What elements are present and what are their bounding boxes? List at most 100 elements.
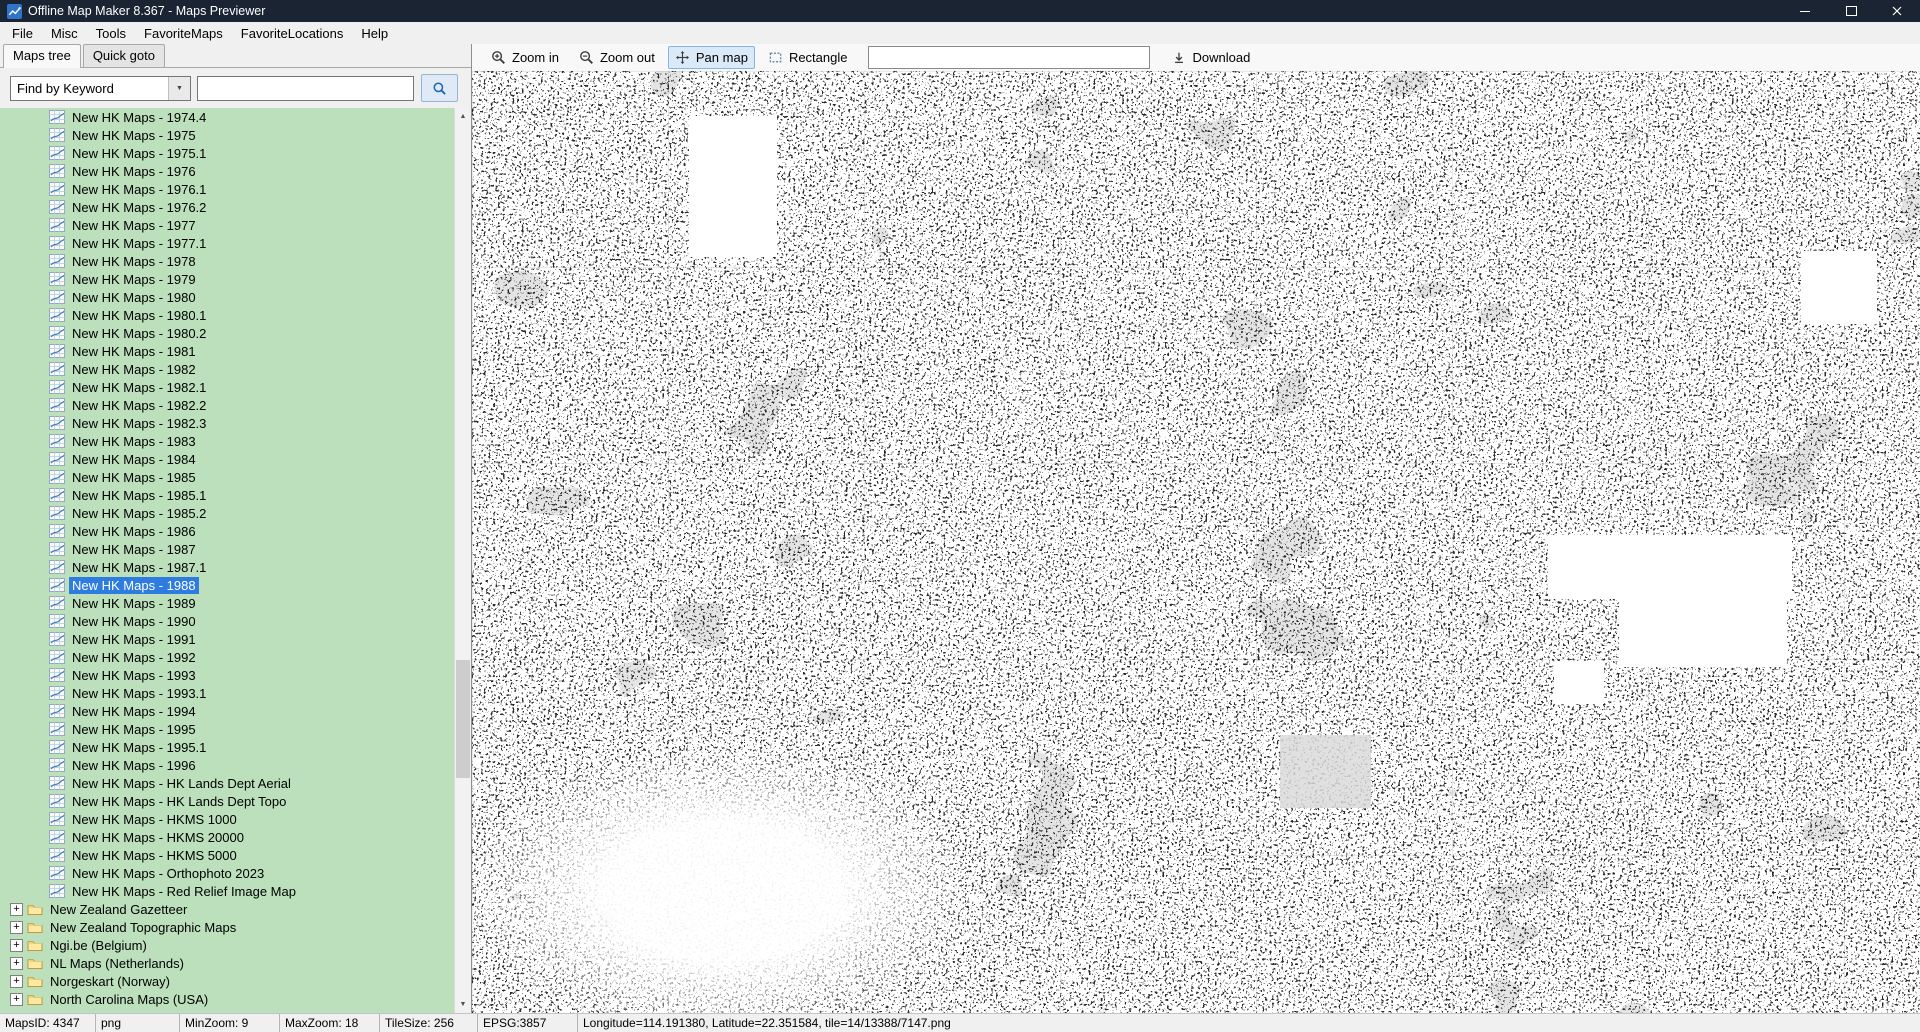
tree-item[interactable]: New HK Maps - 1987 [0,540,471,558]
tab-maps-tree[interactable]: Maps tree [3,44,81,68]
tree-item-label: New HK Maps - 1993 [69,667,199,684]
tree-item[interactable]: New HK Maps - 1983 [0,432,471,450]
map-item-icon [49,470,65,484]
rectangle-button[interactable]: Rectangle [761,46,855,69]
menu-favoritelocations[interactable]: FavoriteLocations [232,22,353,44]
tree-item[interactable]: New HK Maps - 1985.2 [0,504,471,522]
tree-item[interactable]: New HK Maps - 1982 [0,360,471,378]
tree-item-label: New HK Maps - 1977.1 [69,235,209,252]
dropdown-icon[interactable]: ▼ [168,77,190,100]
tree-item[interactable]: New HK Maps - 1984 [0,450,471,468]
tree-item[interactable]: New HK Maps - 1985.1 [0,486,471,504]
tree-item[interactable]: New HK Maps - 1987.1 [0,558,471,576]
menu-file[interactable]: File [3,22,42,44]
scroll-thumb[interactable] [456,660,470,778]
tree-item[interactable]: New HK Maps - 1976.2 [0,198,471,216]
tree-item[interactable]: New HK Maps - 1995.1 [0,738,471,756]
search-button[interactable] [421,74,458,102]
tree-item-label: New HK Maps - 1980.1 [69,307,209,324]
expand-icon[interactable]: + [10,939,23,952]
tree-item[interactable]: New HK Maps - 1993.1 [0,684,471,702]
zoom-out-button[interactable]: Zoom out [572,46,662,69]
tree-item[interactable]: New HK Maps - 1982.2 [0,396,471,414]
tree-item[interactable]: New HK Maps - 1975.1 [0,144,471,162]
tree-item[interactable]: New HK Maps - 1981 [0,342,471,360]
close-button[interactable] [1874,0,1920,22]
expand-icon[interactable]: + [10,903,23,916]
maps-tree: New HK Maps - 1974.4New HK Maps - 1975Ne… [0,108,471,1013]
tree-item[interactable]: New HK Maps - HKMS 20000 [0,828,471,846]
tree-item[interactable]: New HK Maps - 1975 [0,126,471,144]
tab-quick-goto[interactable]: Quick goto [83,44,165,67]
tree-item[interactable]: New HK Maps - 1982.1 [0,378,471,396]
map-item-icon [49,560,65,574]
keyword-input[interactable] [197,76,414,101]
expand-icon[interactable]: + [10,921,23,934]
maximize-button[interactable] [1828,0,1874,22]
tree-item[interactable]: New HK Maps - 1976.1 [0,180,471,198]
minimize-button[interactable] [1782,0,1828,22]
tree-item[interactable]: New HK Maps - 1978 [0,252,471,270]
tree-item[interactable]: New HK Maps - 1979 [0,270,471,288]
map-item-icon [49,812,65,826]
tree-folder[interactable]: +Norgeskart (Norway) [0,972,471,990]
tree-item[interactable]: New HK Maps - 1988 [0,576,471,594]
tree-item-label: New HK Maps - 1996 [69,757,199,774]
tree-item[interactable]: New HK Maps - 1995 [0,720,471,738]
menu-help[interactable]: Help [352,22,397,44]
find-by-combo[interactable]: Find by Keyword ▼ [10,76,191,101]
tree-item-label: New HK Maps - 1977 [69,217,199,234]
tree-item[interactable]: New HK Maps - 1977.1 [0,234,471,252]
pan-map-button[interactable]: Pan map [668,46,755,69]
map-item-icon [49,254,65,268]
tree-item[interactable]: New HK Maps - 1986 [0,522,471,540]
tree-item[interactable]: New HK Maps - HKMS 1000 [0,810,471,828]
tree-folder[interactable]: +NL Maps (Netherlands) [0,954,471,972]
tree-item[interactable]: New HK Maps - 1990 [0,612,471,630]
tree-item[interactable]: New HK Maps - 1994 [0,702,471,720]
scroll-up-icon[interactable]: ▲ [455,108,471,125]
tree-item[interactable]: New HK Maps - HKMS 5000 [0,846,471,864]
tree-item-label: New HK Maps - 1995 [69,721,199,738]
tree-item[interactable]: New HK Maps - 1980.1 [0,306,471,324]
expand-icon[interactable]: + [10,993,23,1006]
tree-item[interactable]: New HK Maps - 1980 [0,288,471,306]
tree-folder[interactable]: +New Zealand Topographic Maps [0,918,471,936]
tree-item[interactable]: New HK Maps - 1974.4 [0,108,471,126]
zoom-in-button[interactable]: Zoom in [484,46,566,69]
map-view[interactable] [472,71,1920,1013]
scroll-down-icon[interactable]: ▼ [455,996,471,1013]
expand-icon[interactable]: + [10,957,23,970]
tree-item[interactable]: New HK Maps - 1992 [0,648,471,666]
tree-item[interactable]: New HK Maps - Orthophoto 2023 [0,864,471,882]
tree-item[interactable]: New HK Maps - 1991 [0,630,471,648]
tree-scrollbar[interactable]: ▲ ▼ [454,108,471,1013]
map-item-icon [49,668,65,682]
tree-item[interactable]: New HK Maps - 1982.3 [0,414,471,432]
tree-folder[interactable]: +Ngi.be (Belgium) [0,936,471,954]
tree-item-label: New HK Maps - HK Lands Dept Topo [69,793,289,810]
tree-folder[interactable]: +New Zealand Gazetteer [0,900,471,918]
download-button[interactable]: Download [1164,47,1258,68]
tree-item[interactable]: New HK Maps - 1980.2 [0,324,471,342]
map-item-icon [49,830,65,844]
partial-tile [1280,735,1371,808]
tree-item[interactable]: New HK Maps - 1993 [0,666,471,684]
tree-item[interactable]: New HK Maps - 1989 [0,594,471,612]
tree-item-label: New HK Maps - 1982 [69,361,199,378]
tree-item[interactable]: New HK Maps - Red Relief Image Map [0,882,471,900]
map-item-icon [49,416,65,430]
tree-folder[interactable]: +North Carolina Maps (USA) [0,990,471,1008]
expand-icon[interactable]: + [10,975,23,988]
menu-tools[interactable]: Tools [87,22,135,44]
menu-favoritemaps[interactable]: FavoriteMaps [135,22,232,44]
menu-misc[interactable]: Misc [42,22,87,44]
tree-item[interactable]: New HK Maps - 1977 [0,216,471,234]
tree-item[interactable]: New HK Maps - HK Lands Dept Topo [0,792,471,810]
tree-item[interactable]: New HK Maps - 1976 [0,162,471,180]
tree-item[interactable]: New HK Maps - 1985 [0,468,471,486]
tree-item-label: New HK Maps - 1982.1 [69,379,209,396]
tree-item[interactable]: New HK Maps - HK Lands Dept Aerial [0,774,471,792]
tree-item[interactable]: New HK Maps - 1996 [0,756,471,774]
map-toolbar-input[interactable] [868,46,1150,69]
